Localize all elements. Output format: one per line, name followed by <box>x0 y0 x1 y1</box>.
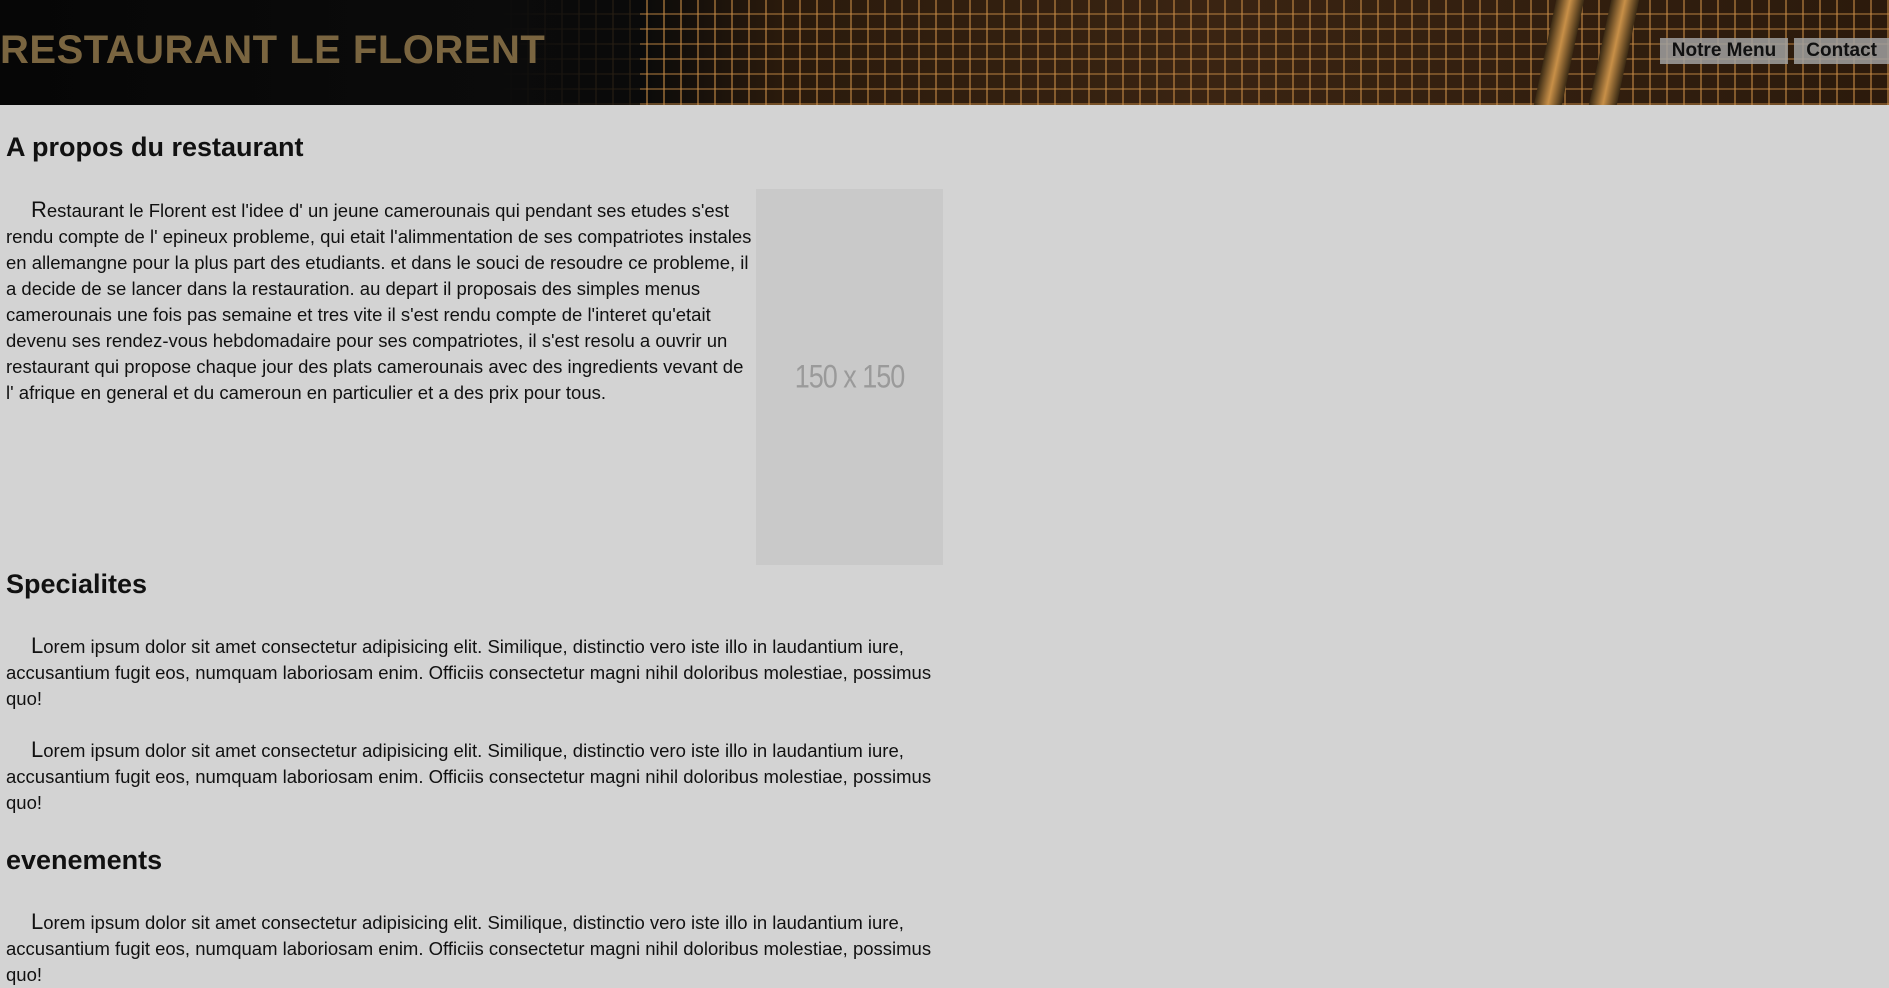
paragraph-text: orem ipsum dolor sit amet consectetur ad… <box>6 740 932 813</box>
header-beam-decor <box>1533 0 1585 105</box>
paragraph-text: orem ipsum dolor sit amet consectetur ad… <box>6 912 932 985</box>
evenements-heading: evenements <box>6 845 163 875</box>
nav-link-menu[interactable]: Notre Menu <box>1659 38 1789 64</box>
drop-letter: L <box>31 633 44 658</box>
about-heading: A propos du restaurant <box>6 132 304 162</box>
specialites-paragraph: Lorem ipsum dolor sit amet consectetur a… <box>6 737 936 816</box>
site-header: RESTAURANT LE FLORENT Notre Menu Contact <box>0 0 1889 105</box>
drop-letter: L <box>31 909 44 934</box>
placeholder-image-label: 150 x 150 <box>794 358 906 395</box>
drop-letter: L <box>31 737 44 762</box>
specialites-paragraph: Lorem ipsum dolor sit amet consectetur a… <box>6 633 936 712</box>
header-beam-decor <box>1588 0 1640 105</box>
about-text: estaurant le Florent est l'idee d' un je… <box>6 200 752 403</box>
paragraph-text: orem ipsum dolor sit amet consectetur ad… <box>6 636 932 709</box>
about-paragraph: Restaurant le Florent est l'idee d' un j… <box>6 197 754 406</box>
evenements-paragraph: Lorem ipsum dolor sit amet consectetur a… <box>6 909 936 988</box>
placeholder-image: 150 x 150 <box>756 189 943 565</box>
drop-letter: R <box>31 197 47 222</box>
site-title: RESTAURANT LE FLORENT <box>0 28 546 72</box>
main-nav: Notre Menu Contact <box>1654 38 1889 64</box>
specialites-heading: Specialites <box>6 569 148 599</box>
nav-link-contact[interactable]: Contact <box>1794 38 1889 64</box>
